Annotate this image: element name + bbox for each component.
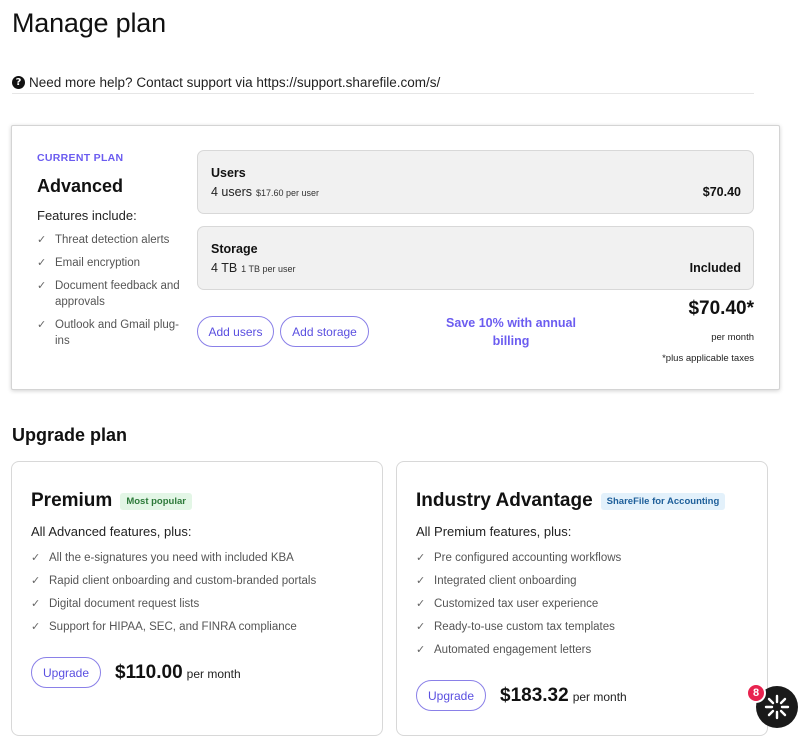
add-storage-button[interactable]: Add storage [280,316,369,347]
plan-header: Premium Most popular [31,490,192,512]
feature-item: ✓ All the e-signatures you need with incl… [31,551,294,564]
storage-title: Storage [211,242,258,256]
storage-amount: 4 TB 1 TB per user [211,261,296,275]
feature-item: ✓ Outlook and Gmail plug-ins [37,318,180,347]
plan-name: Industry Advantage [416,490,593,511]
total-price: $70.40* [688,298,754,319]
help-row: ? Need more help? Contact support via ht… [12,74,754,94]
current-plan-features: ✓ Threat detection alerts ✓ Email encrypti… [37,232,187,356]
add-users-button[interactable]: Add users [197,316,274,347]
feature-item: ✓ Email encryption [37,256,141,269]
check-icon: ✓ [416,551,426,564]
check-icon: ✓ [416,643,426,656]
check-icon: ✓ [31,551,41,564]
users-count: 4 users $17.60 per user [211,185,320,199]
total-per-month: per month [711,332,754,343]
plan-header: Industry Advantage ShareFile for Account… [416,490,726,512]
feature-item: ✓ Threat detection alerts [37,233,170,246]
page-title: Manage plan [12,8,166,38]
plan-name: Premium [31,490,113,511]
check-icon: ✓ [416,574,426,587]
users-line-item: Users 4 users $17.60 per user $70.40 [197,150,754,214]
help-text[interactable]: Need more help? Contact support via http… [29,75,440,90]
plan-subtitle: All Premium features, plus: [416,524,572,539]
feature-item: ✓ Integrated client onboarding [416,574,577,587]
annual-billing-link[interactable]: Save 10% with annual billing [437,314,585,350]
plan-price: $110.00 per month [115,662,241,684]
price-period: per month [572,690,627,704]
notification-badge: 8 [746,683,766,703]
check-icon: ✓ [416,620,426,633]
feature-item: ✓ Pre configured accounting workflows [416,551,622,564]
plan-price: $183.32 per month [500,685,627,707]
accounting-badge: ShareFile for Accounting [600,492,726,510]
upgrade-section-title: Upgrade plan [12,425,128,445]
most-popular-badge: Most popular [120,492,192,510]
price-value: $110.00 [115,662,183,683]
check-icon: ✓ [37,233,47,246]
feature-item: ✓ Document feedback and approvals [37,279,180,308]
tax-note: *plus applicable taxes [662,353,754,364]
current-plan-label: CURRENT PLAN [37,152,124,164]
check-icon: ✓ [37,318,47,331]
feature-item: ✓ Automated engagement letters [416,643,592,656]
check-icon: ✓ [37,256,47,269]
feature-item: ✓ Support for HIPAA, SEC, and FINRA compl… [31,620,297,633]
feature-item: ✓ Ready-to-use custom tax templates [416,620,615,633]
industry-advantage-plan-card: Industry Advantage ShareFile for Account… [396,461,768,736]
feature-item: ✓ Rapid client onboarding and custom-bran… [31,574,317,587]
plan-features: ✓ Pre configured accounting workflows ✓ In… [416,546,756,661]
current-plan-name: Advanced [37,176,124,196]
storage-line-item: Storage 4 TB 1 TB per user Included [197,226,754,290]
question-circle-icon: ? [12,75,25,89]
check-icon: ✓ [37,279,47,292]
check-icon: ✓ [31,597,41,610]
upgrade-industry-button[interactable]: Upgrade [416,680,486,711]
feature-item: ✓ Customized tax user experience [416,597,599,610]
chat-assistant-icon [764,694,790,720]
price-period: per month [186,667,241,681]
features-title: Features include: [37,208,137,223]
users-title: Users [211,166,246,180]
price-value: $183.32 [500,685,569,706]
check-icon: ✓ [416,597,426,610]
feature-item: ✓ Digital document request lists [31,597,200,610]
users-price: $70.40 [702,185,741,199]
storage-rate: 1 TB per user [241,264,296,274]
storage-price: Included [689,261,741,275]
plan-subtitle: All Advanced features, plus: [31,524,192,539]
plan-features: ✓ All the e-signatures you need with incl… [31,546,371,638]
check-icon: ✓ [31,620,41,633]
current-plan-card: CURRENT PLAN Advanced Features include: … [11,125,780,390]
check-icon: ✓ [31,574,41,587]
premium-plan-card: Premium Most popular All Advanced featur… [11,461,383,736]
users-rate: $17.60 per user [256,188,320,198]
upgrade-premium-button[interactable]: Upgrade [31,657,101,688]
